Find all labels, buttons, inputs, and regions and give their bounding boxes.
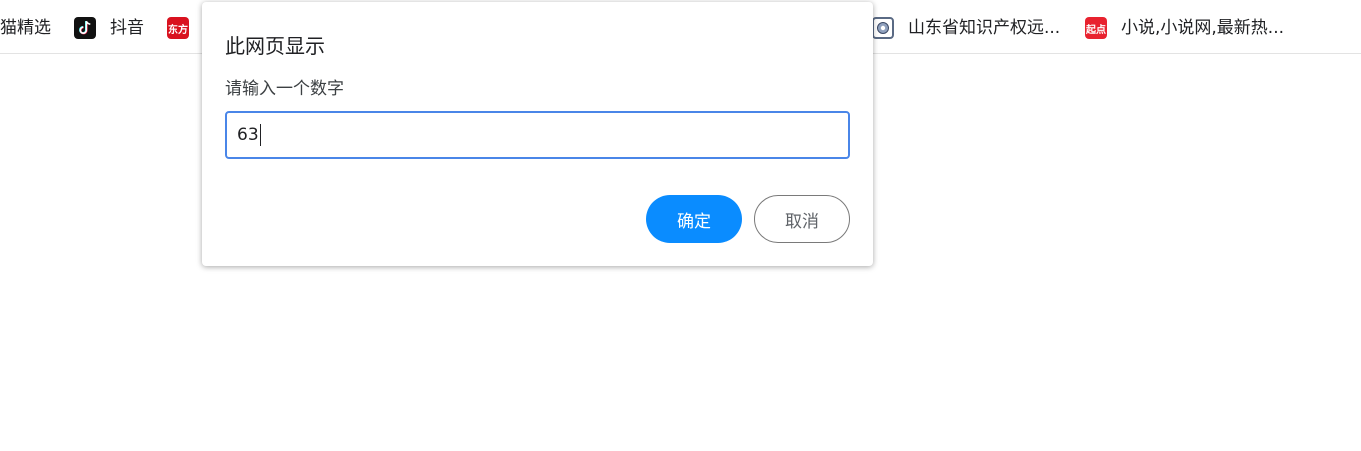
prompt-dialog: 此网页显示 请输入一个数字 63 确定 取消	[202, 2, 873, 266]
dialog-message: 请输入一个数字	[225, 79, 344, 99]
prompt-input-value: 63	[237, 125, 259, 145]
qidian-icon: 起点	[1085, 17, 1107, 39]
dongfang-icon: 东方	[167, 17, 189, 39]
emblem-icon	[872, 17, 894, 39]
bookmark-label: 抖音	[110, 18, 144, 38]
prompt-input[interactable]: 63	[225, 111, 850, 159]
bookmark-qidian[interactable]: 起点 小说,小说网,最新热...	[1085, 14, 1284, 42]
bookmark-maojingxuan[interactable]: 猫精选	[0, 14, 51, 42]
bookmark-label: 小说,小说网,最新热...	[1121, 18, 1285, 38]
bookmark-sd-ip[interactable]: 山东省知识产权远...	[872, 14, 1060, 42]
cancel-button[interactable]: 取消	[754, 195, 850, 243]
dialog-title: 此网页显示	[225, 34, 325, 58]
ok-button[interactable]: 确定	[646, 195, 742, 243]
douyin-icon	[74, 17, 96, 39]
text-caret	[259, 124, 261, 146]
bookmark-dongfang[interactable]: 东方	[167, 14, 203, 42]
bookmark-douyin[interactable]: 抖音	[74, 14, 144, 42]
bookmark-label: 山东省知识产权远...	[908, 18, 1061, 38]
bookmark-label: 猫精选	[0, 18, 51, 38]
